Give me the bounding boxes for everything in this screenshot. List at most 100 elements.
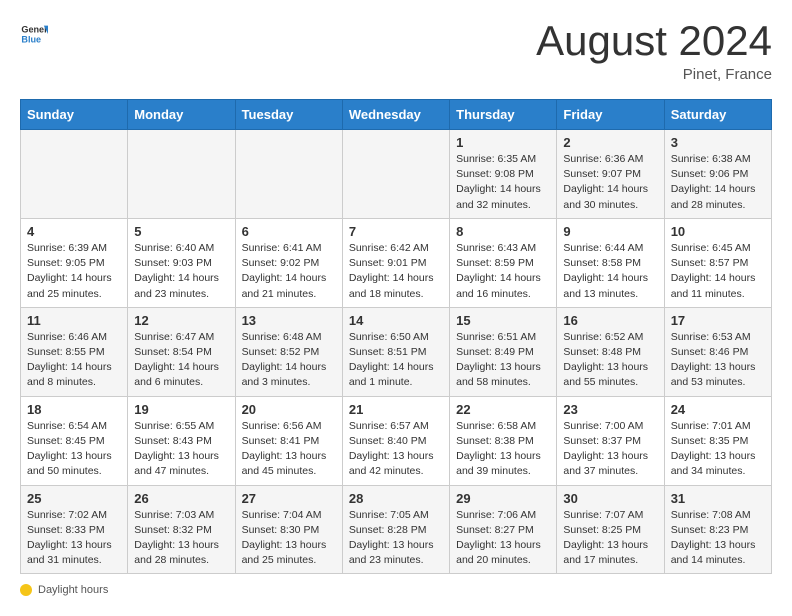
day-info: Sunrise: 6:42 AM Sunset: 9:01 PM Dayligh… — [349, 241, 443, 302]
day-number: 22 — [456, 402, 550, 417]
location: Pinet, France — [536, 66, 772, 83]
day-number: 10 — [671, 224, 765, 239]
day-info: Sunrise: 6:54 AM Sunset: 8:45 PM Dayligh… — [27, 419, 121, 480]
day-info: Sunrise: 6:51 AM Sunset: 8:49 PM Dayligh… — [456, 330, 550, 391]
day-cell: 2 Sunrise: 6:36 AM Sunset: 9:07 PM Daylig… — [557, 130, 664, 219]
col-header-thursday: Thursday — [450, 100, 557, 130]
day-cell: 30 Sunrise: 7:07 AM Sunset: 8:25 PM Dayli… — [557, 485, 664, 574]
day-number: 26 — [134, 491, 228, 506]
day-info: Sunrise: 6:58 AM Sunset: 8:38 PM Dayligh… — [456, 419, 550, 480]
day-number: 31 — [671, 491, 765, 506]
day-cell: 4Sunrise: 6:39 AM Sunset: 9:05 PM Daylig… — [21, 218, 128, 307]
day-cell: 20 Sunrise: 6:56 AM Sunset: 8:41 PM Dayli… — [235, 396, 342, 485]
day-info: Sunrise: 7:02 AM Sunset: 8:33 PM Dayligh… — [27, 508, 121, 569]
day-cell: 22 Sunrise: 6:58 AM Sunset: 8:38 PM Dayli… — [450, 396, 557, 485]
day-info: Sunrise: 6:50 AM Sunset: 8:51 PM Dayligh… — [349, 330, 443, 391]
day-cell: 29Sunrise: 7:06 AM Sunset: 8:27 PM Dayli… — [450, 485, 557, 574]
day-cell: 11 Sunrise: 6:46 AM Sunset: 8:55 PM Dayli… — [21, 307, 128, 396]
day-number: 14 — [349, 313, 443, 328]
col-header-sunday: Sunday — [21, 100, 128, 130]
day-info: Sunrise: 6:35 AM Sunset: 9:08 PM Dayligh… — [456, 152, 550, 213]
day-cell: 16 Sunrise: 6:52 AM Sunset: 8:48 PM Dayli… — [557, 307, 664, 396]
day-cell: 15 Sunrise: 6:51 AM Sunset: 8:49 PM Dayli… — [450, 307, 557, 396]
day-number: 8 — [456, 224, 550, 239]
day-info: Sunrise: 7:07 AM Sunset: 8:25 PM Dayligh… — [563, 508, 657, 569]
day-cell: 24 Sunrise: 7:01 AM Sunset: 8:35 PM Dayli… — [664, 396, 771, 485]
day-number: 3 — [671, 135, 765, 150]
day-info: Sunrise: 6:46 AM Sunset: 8:55 PM Dayligh… — [27, 330, 121, 391]
svg-text:Blue: Blue — [21, 34, 41, 44]
day-info: Sunrise: 6:40 AM Sunset: 9:03 PM Dayligh… — [134, 241, 228, 302]
day-info: Sunrise: 6:44 AM Sunset: 8:58 PM Dayligh… — [563, 241, 657, 302]
day-number: 2 — [563, 135, 657, 150]
week-row-4: 18 Sunrise: 6:54 AM Sunset: 8:45 PM Dayli… — [21, 396, 772, 485]
day-info: Sunrise: 6:38 AM Sunset: 9:06 PM Dayligh… — [671, 152, 765, 213]
day-cell — [342, 130, 449, 219]
day-info: Sunrise: 7:04 AM Sunset: 8:30 PM Dayligh… — [242, 508, 336, 569]
day-info: Sunrise: 7:08 AM Sunset: 8:23 PM Dayligh… — [671, 508, 765, 569]
day-cell: 28 Sunrise: 7:05 AM Sunset: 8:28 PM Dayli… — [342, 485, 449, 574]
day-cell: 26 Sunrise: 7:03 AM Sunset: 8:32 PM Dayli… — [128, 485, 235, 574]
day-cell — [235, 130, 342, 219]
day-info: Sunrise: 7:03 AM Sunset: 8:32 PM Dayligh… — [134, 508, 228, 569]
calendar-table: SundayMondayTuesdayWednesdayThursdayFrid… — [20, 99, 772, 574]
day-number: 20 — [242, 402, 336, 417]
day-number: 28 — [349, 491, 443, 506]
week-row-3: 11 Sunrise: 6:46 AM Sunset: 8:55 PM Dayli… — [21, 307, 772, 396]
month-title: August 2024 — [536, 20, 772, 62]
day-number: 9 — [563, 224, 657, 239]
day-info: Sunrise: 6:55 AM Sunset: 8:43 PM Dayligh… — [134, 419, 228, 480]
footer: Daylight hours — [20, 584, 772, 596]
day-info: Sunrise: 6:41 AM Sunset: 9:02 PM Dayligh… — [242, 241, 336, 302]
day-info: Sunrise: 7:01 AM Sunset: 8:35 PM Dayligh… — [671, 419, 765, 480]
col-header-monday: Monday — [128, 100, 235, 130]
day-cell: 5 Sunrise: 6:40 AM Sunset: 9:03 PM Daylig… — [128, 218, 235, 307]
day-number: 19 — [134, 402, 228, 417]
day-info: Sunrise: 6:36 AM Sunset: 9:07 PM Dayligh… — [563, 152, 657, 213]
day-number: 18 — [27, 402, 121, 417]
day-number: 7 — [349, 224, 443, 239]
day-number: 23 — [563, 402, 657, 417]
day-cell: 6Sunrise: 6:41 AM Sunset: 9:02 PM Daylig… — [235, 218, 342, 307]
day-cell: 31 Sunrise: 7:08 AM Sunset: 8:23 PM Dayli… — [664, 485, 771, 574]
col-header-saturday: Saturday — [664, 100, 771, 130]
day-info: Sunrise: 7:05 AM Sunset: 8:28 PM Dayligh… — [349, 508, 443, 569]
day-number: 21 — [349, 402, 443, 417]
day-cell: 19 Sunrise: 6:55 AM Sunset: 8:43 PM Dayli… — [128, 396, 235, 485]
day-cell: 13Sunrise: 6:48 AM Sunset: 8:52 PM Dayli… — [235, 307, 342, 396]
day-number: 15 — [456, 313, 550, 328]
day-number: 24 — [671, 402, 765, 417]
day-cell: 18 Sunrise: 6:54 AM Sunset: 8:45 PM Dayli… — [21, 396, 128, 485]
calendar-header: SundayMondayTuesdayWednesdayThursdayFrid… — [21, 100, 772, 130]
day-info: Sunrise: 6:56 AM Sunset: 8:41 PM Dayligh… — [242, 419, 336, 480]
day-info: Sunrise: 7:00 AM Sunset: 8:37 PM Dayligh… — [563, 419, 657, 480]
day-cell: 27Sunrise: 7:04 AM Sunset: 8:30 PM Dayli… — [235, 485, 342, 574]
day-info: Sunrise: 6:52 AM Sunset: 8:48 PM Dayligh… — [563, 330, 657, 391]
day-cell — [128, 130, 235, 219]
day-number: 12 — [134, 313, 228, 328]
day-info: Sunrise: 6:43 AM Sunset: 8:59 PM Dayligh… — [456, 241, 550, 302]
day-cell: 17 Sunrise: 6:53 AM Sunset: 8:46 PM Dayli… — [664, 307, 771, 396]
day-cell: 8 Sunrise: 6:43 AM Sunset: 8:59 PM Daylig… — [450, 218, 557, 307]
day-number: 16 — [563, 313, 657, 328]
week-row-2: 4Sunrise: 6:39 AM Sunset: 9:05 PM Daylig… — [21, 218, 772, 307]
logo: General Blue — [20, 20, 48, 48]
day-number: 25 — [27, 491, 121, 506]
day-number: 1 — [456, 135, 550, 150]
day-cell: 1 Sunrise: 6:35 AM Sunset: 9:08 PM Daylig… — [450, 130, 557, 219]
day-number: 30 — [563, 491, 657, 506]
day-number: 17 — [671, 313, 765, 328]
day-info: Sunrise: 6:57 AM Sunset: 8:40 PM Dayligh… — [349, 419, 443, 480]
day-cell: 25 Sunrise: 7:02 AM Sunset: 8:33 PM Dayli… — [21, 485, 128, 574]
day-number: 11 — [27, 313, 121, 328]
title-area: August 2024 Pinet, France — [536, 20, 772, 83]
day-cell: 14 Sunrise: 6:50 AM Sunset: 8:51 PM Dayli… — [342, 307, 449, 396]
day-cell: 3 Sunrise: 6:38 AM Sunset: 9:06 PM Daylig… — [664, 130, 771, 219]
day-info: Sunrise: 6:53 AM Sunset: 8:46 PM Dayligh… — [671, 330, 765, 391]
day-cell — [21, 130, 128, 219]
day-info: Sunrise: 6:45 AM Sunset: 8:57 PM Dayligh… — [671, 241, 765, 302]
day-number: 4 — [27, 224, 121, 239]
svg-text:General: General — [21, 25, 48, 35]
header: General Blue August 2024 Pinet, France — [20, 20, 772, 83]
day-number: 5 — [134, 224, 228, 239]
